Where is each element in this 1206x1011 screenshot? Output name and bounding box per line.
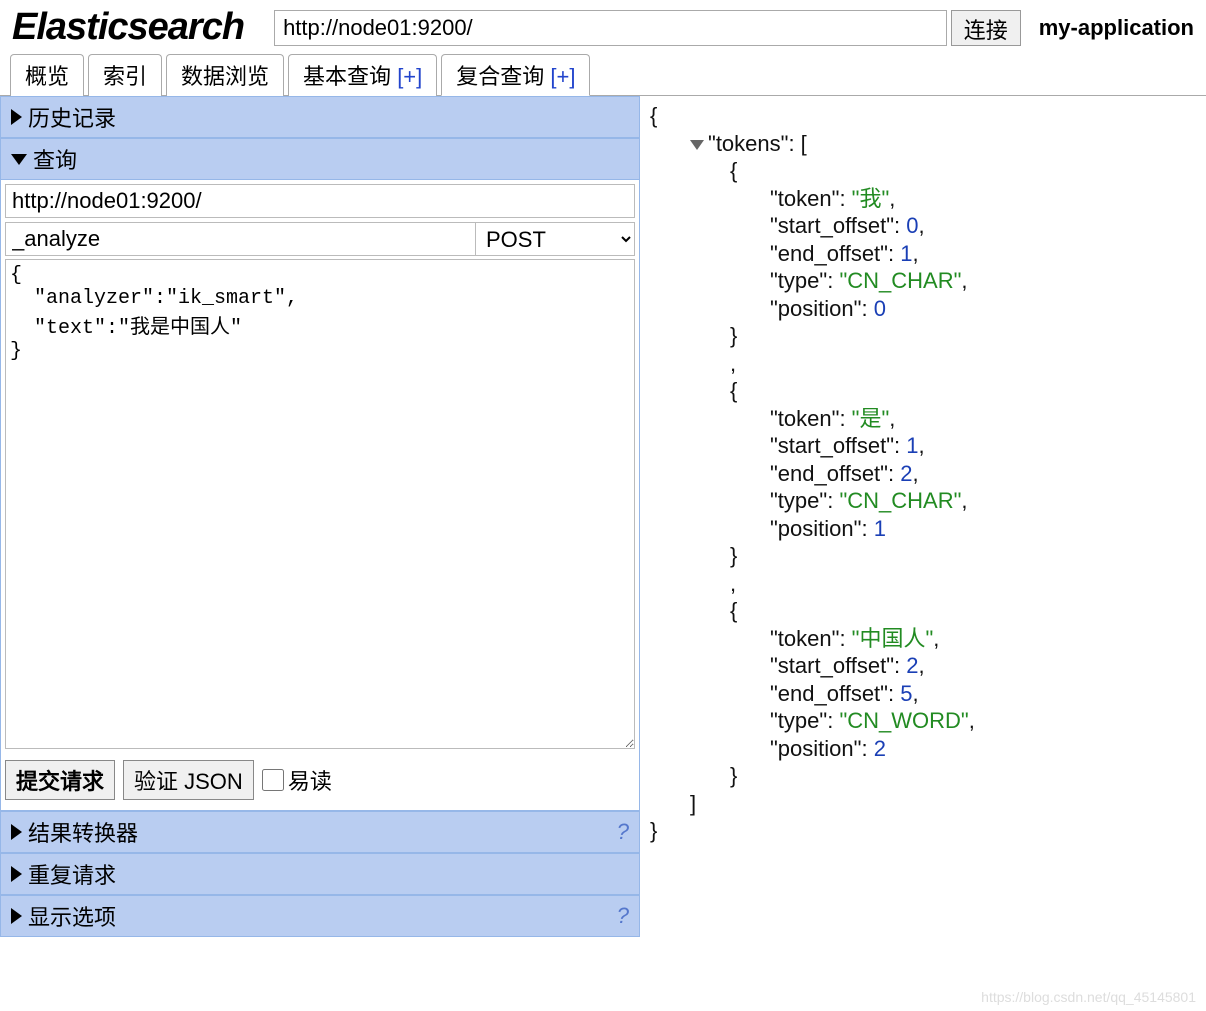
main-content: 历史记录 查询 POST 提交请求 验证 JSON 易读 (0, 96, 1206, 937)
chevron-right-icon (11, 908, 22, 924)
tab-overview[interactable]: 概览 (10, 54, 84, 96)
path-input[interactable] (5, 222, 475, 256)
submit-button[interactable]: 提交请求 (5, 760, 115, 800)
collapse-icon[interactable] (690, 140, 704, 150)
help-icon[interactable]: ? (617, 819, 629, 845)
help-icon[interactable]: ? (617, 903, 629, 929)
token-object: {"token": "是","start_offset": 1,"end_off… (730, 377, 1196, 570)
response-panel: { "tokens": [ {"token": "我","start_offse… (640, 96, 1206, 937)
cluster-name: my-application (1039, 15, 1194, 41)
connect-button[interactable]: 连接 (951, 10, 1021, 46)
section-query-label: 查询 (33, 143, 77, 175)
tab-bar: 概览 索引 数据浏览 基本查询 [+] 复合查询 [+] (0, 53, 1206, 96)
token-object: {"token": "我","start_offset": 0,"end_off… (730, 157, 1196, 350)
app-logo: Elasticsearch (12, 6, 244, 49)
section-repeat-label: 重复请求 (28, 858, 116, 890)
chevron-down-icon (11, 154, 27, 165)
tab-basic-query[interactable]: 基本查询 [+] (288, 54, 437, 96)
tab-compound-query[interactable]: 复合查询 [+] (441, 54, 590, 96)
tab-index[interactable]: 索引 (88, 54, 162, 96)
section-query[interactable]: 查询 (0, 138, 640, 180)
server-input[interactable] (5, 184, 635, 218)
section-display-label: 显示选项 (28, 900, 116, 932)
section-history[interactable]: 历史记录 (0, 96, 640, 138)
watermark: https://blog.csdn.net/qq_45145801 (981, 989, 1196, 1005)
chevron-right-icon (11, 866, 22, 882)
request-body-textarea[interactable] (5, 259, 635, 749)
token-object: {"token": "中国人","start_offset": 2,"end_o… (730, 597, 1196, 790)
section-transformer[interactable]: 结果转换器 ? (0, 811, 640, 853)
validate-button[interactable]: 验证 JSON (123, 760, 254, 800)
tab-browse[interactable]: 数据浏览 (166, 54, 284, 96)
pretty-checkbox-label[interactable]: 易读 (262, 764, 332, 796)
section-history-label: 历史记录 (28, 101, 116, 133)
section-transformer-label: 结果转换器 (28, 816, 138, 848)
left-panel: 历史记录 查询 POST 提交请求 验证 JSON 易读 (0, 96, 640, 937)
chevron-right-icon (11, 824, 22, 840)
method-select[interactable]: POST (475, 222, 635, 256)
section-repeat[interactable]: 重复请求 (0, 853, 640, 895)
query-body: POST 提交请求 验证 JSON 易读 (0, 180, 640, 811)
header: Elasticsearch 连接 my-application (0, 0, 1206, 53)
action-row: 提交请求 验证 JSON 易读 (5, 754, 635, 806)
cluster-url-input[interactable] (274, 10, 947, 46)
chevron-right-icon (11, 109, 22, 125)
plus-icon: [+] (550, 64, 575, 89)
pretty-checkbox[interactable] (262, 769, 284, 791)
plus-icon: [+] (397, 64, 422, 89)
section-display[interactable]: 显示选项 ? (0, 895, 640, 937)
